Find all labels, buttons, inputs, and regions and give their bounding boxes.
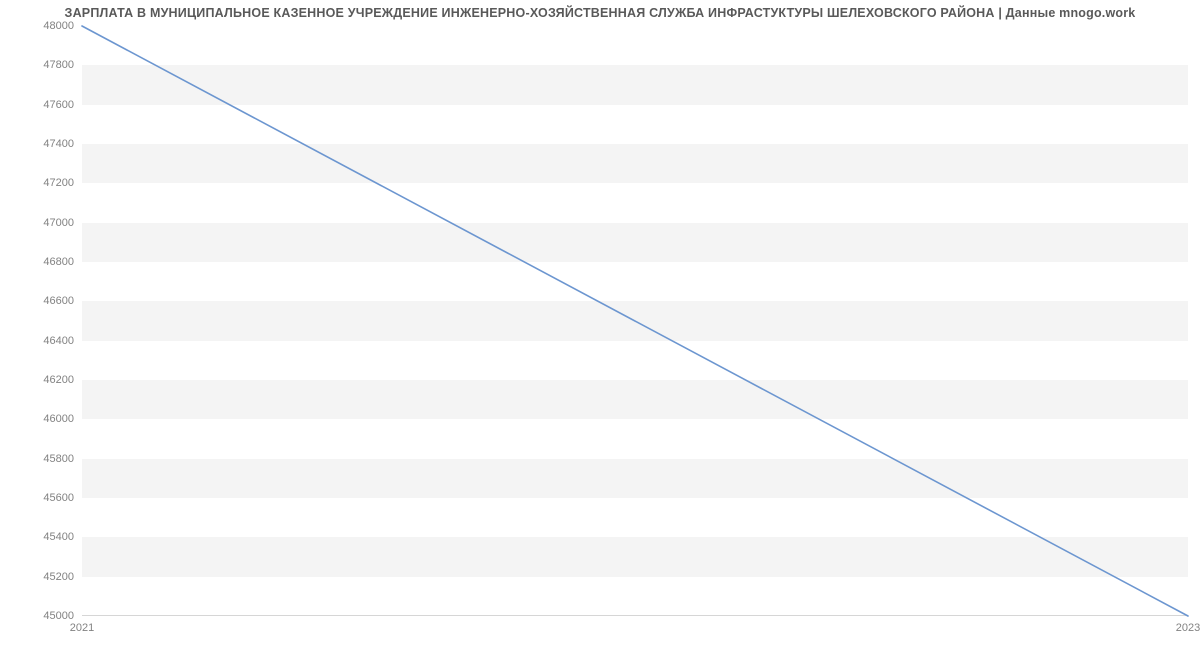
y-tick-label: 45800 <box>43 453 74 465</box>
y-tick-label: 47600 <box>43 99 74 111</box>
x-tick-label: 2021 <box>70 622 94 634</box>
y-tick-label: 47000 <box>43 217 74 229</box>
chart-container: ЗАРПЛАТА В МУНИЦИПАЛЬНОЕ КАЗЕННОЕ УЧРЕЖД… <box>0 0 1200 650</box>
y-tick-label: 45400 <box>43 531 74 543</box>
y-tick-label: 46200 <box>43 374 74 386</box>
y-tick-label: 46800 <box>43 256 74 268</box>
line-layer <box>82 26 1188 616</box>
y-tick-label: 46600 <box>43 295 74 307</box>
y-tick-label: 45200 <box>43 571 74 583</box>
series-line <box>82 26 1188 616</box>
y-tick-label: 47400 <box>43 138 74 150</box>
y-tick-label: 46000 <box>43 413 74 425</box>
y-tick-label: 45000 <box>43 610 74 622</box>
y-tick-label: 47800 <box>43 59 74 71</box>
x-tick-label: 2023 <box>1176 622 1200 634</box>
plot-area: 4500045200454004560045800460004620046400… <box>82 26 1188 616</box>
chart-title: ЗАРПЛАТА В МУНИЦИПАЛЬНОЕ КАЗЕННОЕ УЧРЕЖД… <box>0 0 1200 20</box>
y-tick-label: 45600 <box>43 492 74 504</box>
y-tick-label: 47200 <box>43 177 74 189</box>
y-tick-label: 48000 <box>43 20 74 32</box>
y-tick-label: 46400 <box>43 335 74 347</box>
